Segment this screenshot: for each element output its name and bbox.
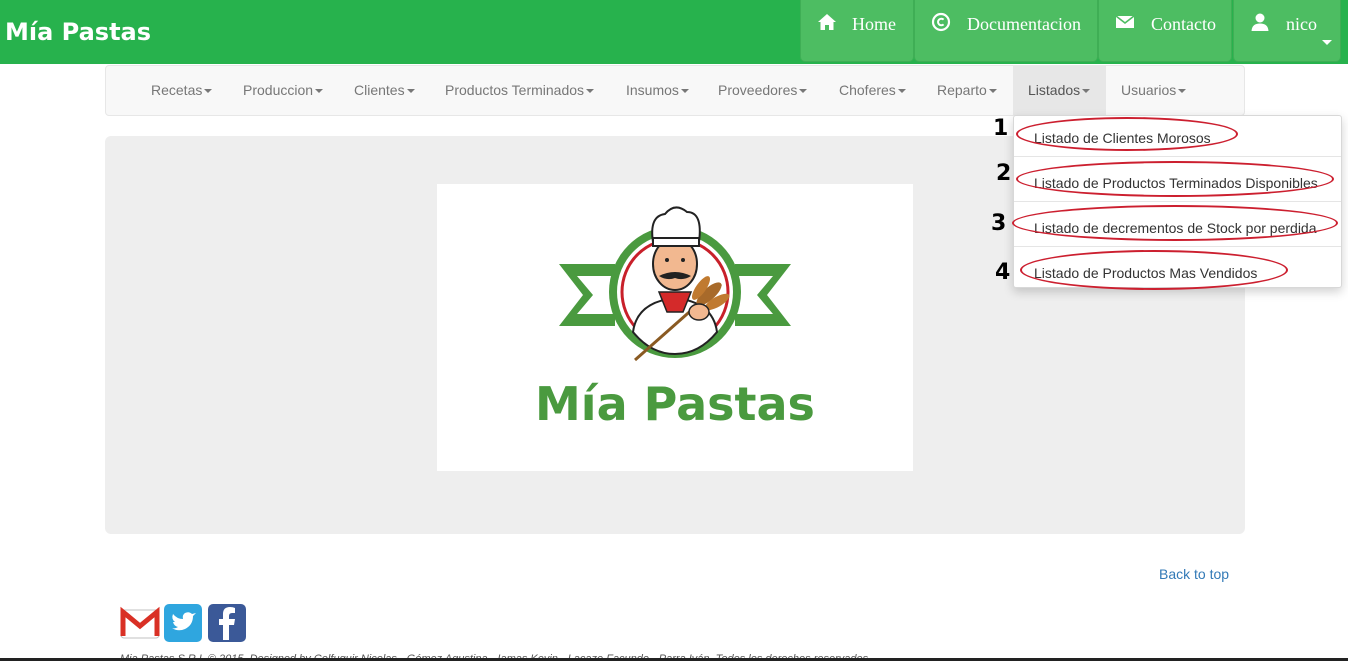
annotation-number-1: 1 [993,116,1009,141]
menu-proveedores[interactable]: Proveedores [718,66,808,115]
documentacion-button[interactable]: Documentacion [914,0,1098,62]
caret-down-icon [315,89,324,94]
caret-down-icon [799,89,808,94]
caret-down-icon [406,89,415,94]
user-name: nico [1286,14,1317,34]
facebook-icon[interactable] [208,604,246,642]
caret-down-icon [897,89,906,94]
dropdown-divider [1014,201,1341,202]
user-menu-button[interactable]: nico [1233,0,1341,62]
copyright-icon [931,12,951,32]
annotation-oval-3 [1012,205,1338,241]
twitter-icon[interactable] [164,604,202,642]
top-navbar: Mía Pastas Home Documentacion Contacto n… [0,0,1348,64]
envelope-icon [1115,15,1135,28]
gmail-icon[interactable] [120,604,160,642]
home-button[interactable]: Home [800,0,914,62]
annotation-number-2: 2 [996,161,1012,186]
contacto-button[interactable]: Contacto [1098,0,1232,62]
caret-down-icon [204,89,213,94]
home-label: Home [852,14,896,34]
menu-productos-terminados[interactable]: Productos Terminados [445,66,595,115]
caret-down-icon [988,89,997,94]
menu-produccion[interactable]: Produccion [243,66,324,115]
home-icon [818,14,836,30]
documentacion-label: Documentacion [967,14,1081,34]
dropdown-divider [1014,156,1341,157]
menu-reparto[interactable]: Reparto [937,66,997,115]
chevron-down-icon [1322,40,1332,45]
brand-title[interactable]: Mía Pastas [5,18,151,46]
logo-text: Mía Pastas [535,377,815,431]
annotation-number-3: 3 [991,211,1007,236]
menu-clientes[interactable]: Clientes [354,66,415,115]
annotation-oval-1 [1016,117,1238,151]
user-icon [1251,13,1269,31]
menu-insumos[interactable]: Insumos [626,66,689,115]
caret-down-icon [1082,89,1091,94]
menu-choferes[interactable]: Choferes [839,66,906,115]
main-menu: Recetas Produccion Clientes Productos Te… [105,65,1245,116]
menu-listados[interactable]: Listados [1013,66,1106,115]
caret-down-icon [1178,89,1187,94]
annotation-oval-4 [1020,250,1288,290]
menu-usuarios[interactable]: Usuarios [1121,66,1187,115]
menu-recetas[interactable]: Recetas [151,66,213,115]
annotation-number-4: 4 [995,260,1011,285]
mia-pastas-logo: Mía Pastas [437,184,913,471]
caret-down-icon [586,89,595,94]
contacto-label: Contacto [1151,14,1216,34]
caret-down-icon [680,89,689,94]
annotation-oval-2 [1016,161,1334,197]
back-to-top-link[interactable]: Back to top [1159,566,1229,582]
dropdown-divider [1014,246,1341,247]
chef-logo-icon: Mía Pastas [535,206,815,431]
